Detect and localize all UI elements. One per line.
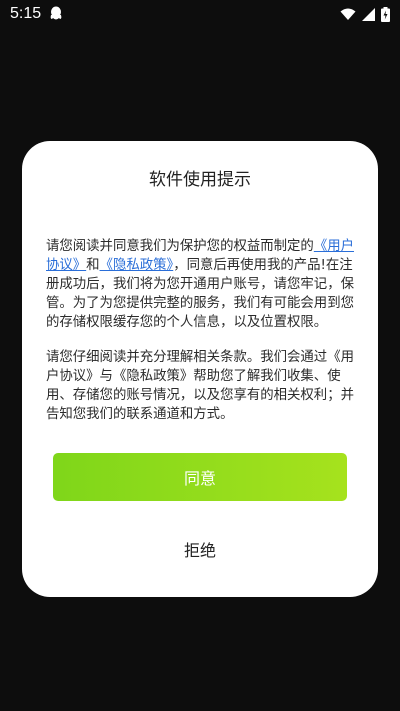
terms-dialog: 软件使用提示 请您阅读并同意我们为保护您的权益而制定的《用户协议》和《隐私政策》…	[22, 141, 378, 597]
wifi-icon	[340, 8, 356, 21]
privacy-policy-link[interactable]: 《隐私政策》	[100, 258, 174, 273]
terms-paragraph-1: 请您阅读并同意我们为保护您的权益而制定的《用户协议》和《隐私政策》，同意后再使用…	[46, 237, 354, 332]
status-time: 5:15	[10, 5, 42, 22]
dialog-title: 软件使用提示	[149, 170, 251, 190]
refuse-button[interactable]: 拒绝	[122, 531, 278, 567]
terms-paragraph-2: 请您仔细阅读并充分理解相关条款。我们会通过《用户协议》与《隐私政策》帮助您了解我…	[46, 350, 354, 422]
status-left: 5:15	[10, 5, 63, 23]
paragraph-1-text-before: 请您阅读并同意我们为保护您的权益而制定的	[46, 239, 314, 254]
signal-icon	[362, 7, 375, 21]
battery-charging-icon	[381, 6, 390, 22]
paragraph-1-text-and: 和	[86, 258, 100, 273]
dialog-body: 请您阅读并同意我们为保护您的权益而制定的《用户协议》和《隐私政策》，同意后再使用…	[46, 237, 354, 440]
status-bar: 5:15	[0, 0, 400, 28]
agree-button[interactable]: 同意	[53, 453, 347, 501]
status-right	[340, 6, 390, 22]
qq-icon	[49, 6, 63, 22]
